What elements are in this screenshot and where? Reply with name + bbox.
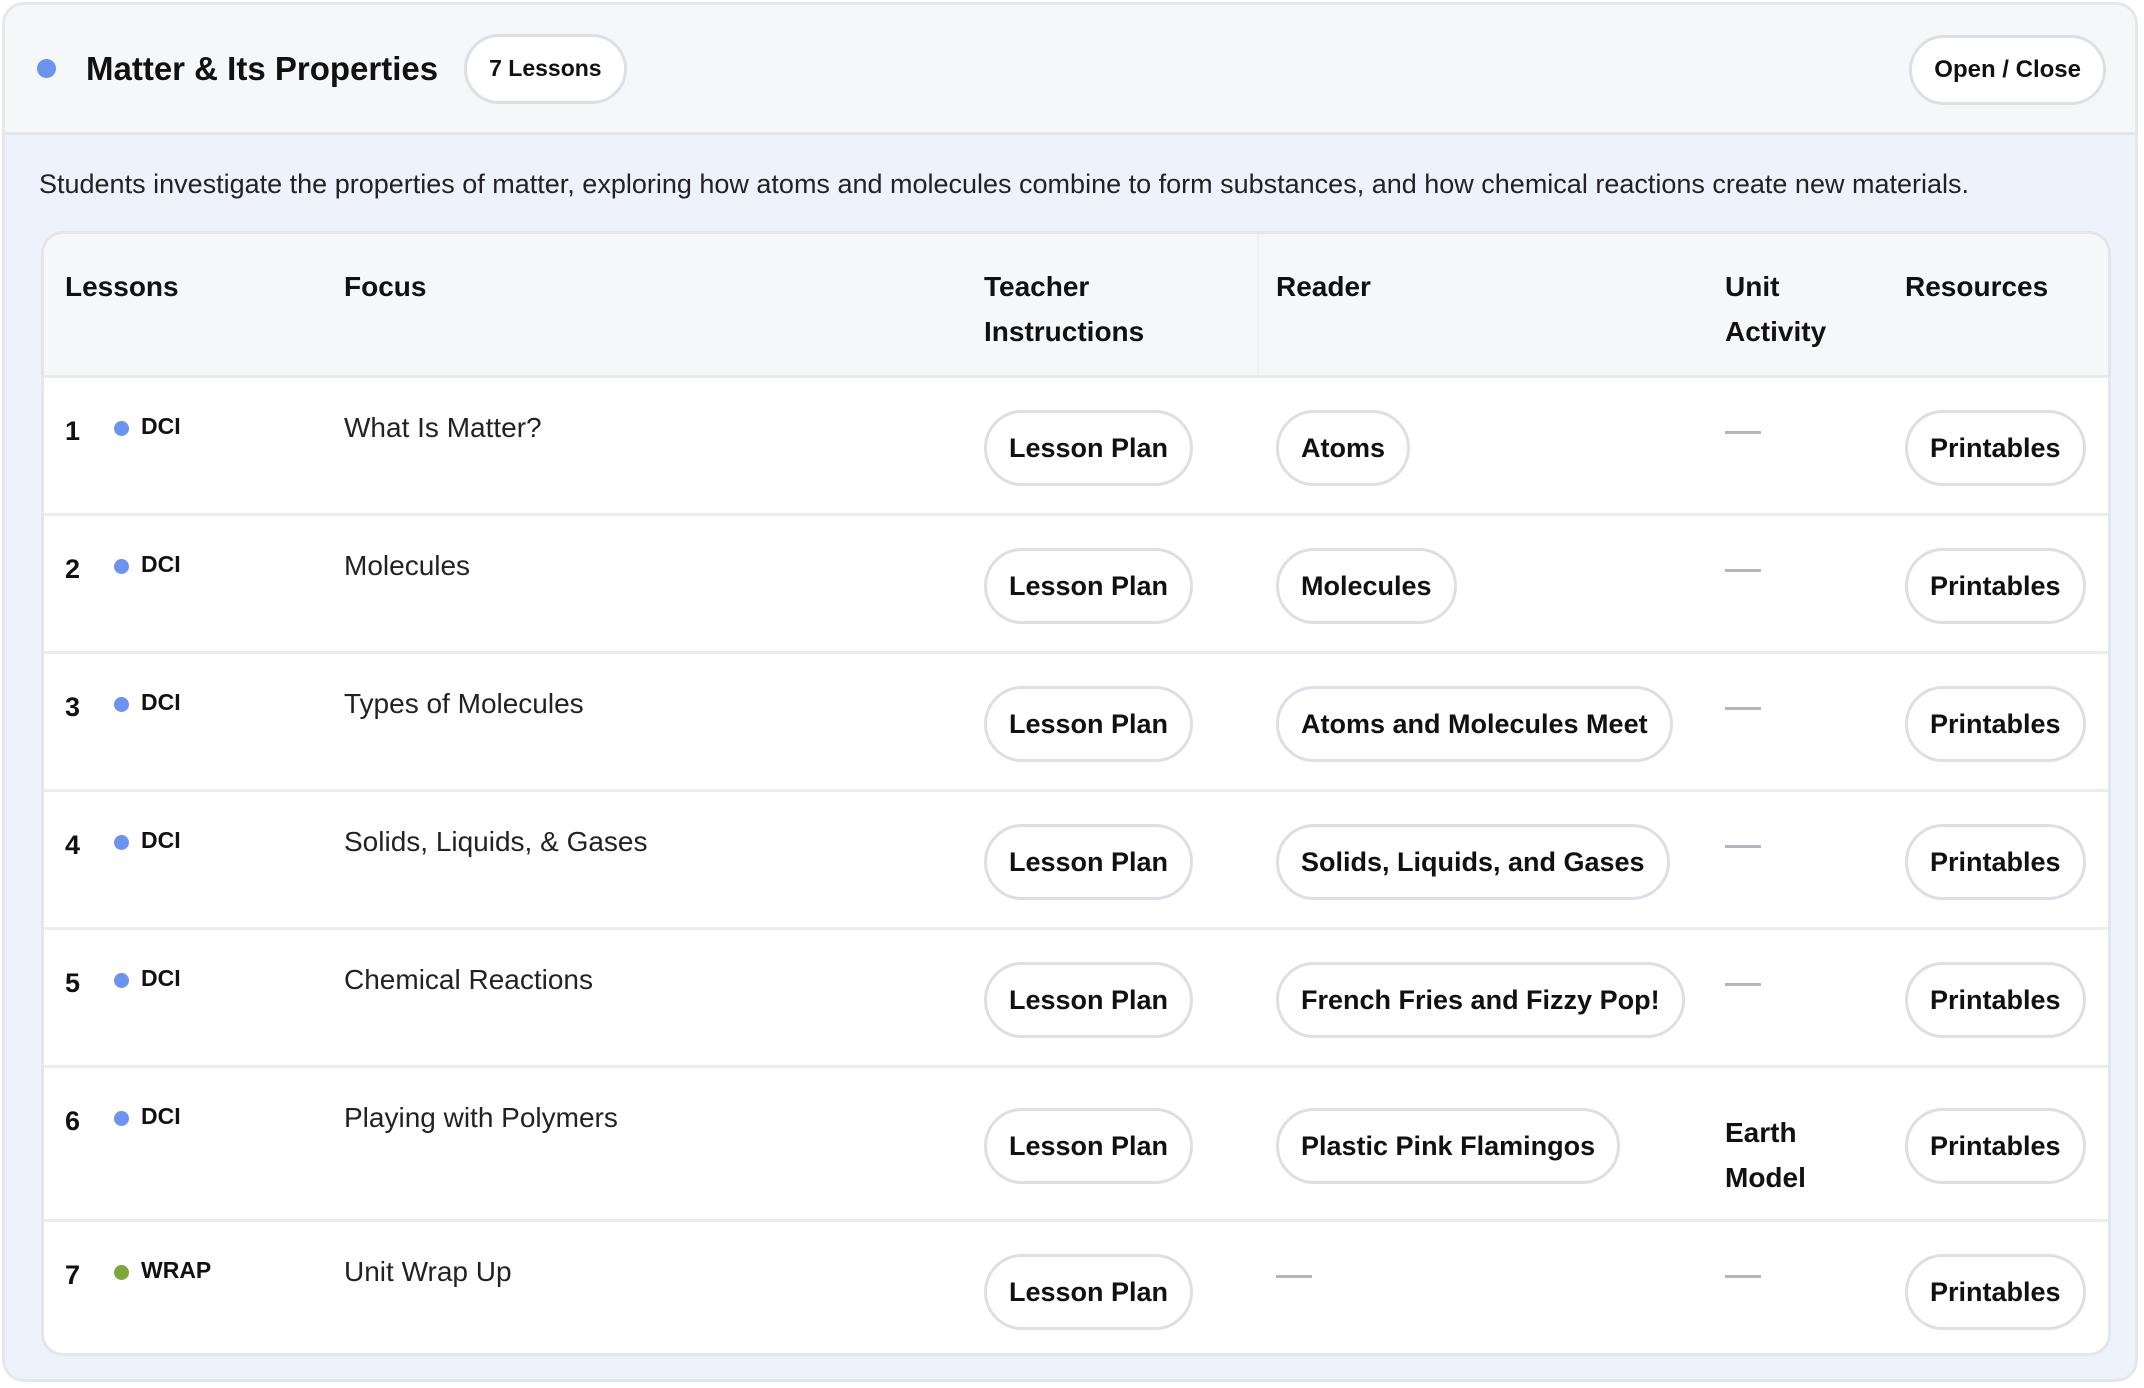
column-header-teacher-instructions: Teacher Instructions <box>984 264 1144 354</box>
lesson-plan-button[interactable]: Lesson Plan <box>984 1254 1194 1330</box>
table-header: Lessons Focus Teacher Instructions Reade… <box>44 234 2108 378</box>
reader-button[interactable]: Atoms <box>1276 410 1411 486</box>
column-header-unit-line1: Unit <box>1725 271 1780 302</box>
table-row: 4 DCI Solids, Liquids, & Gases Lesson Pl… <box>44 792 2108 930</box>
lesson-focus: Playing with Polymers <box>344 1102 618 1133</box>
reader-empty-dash <box>1276 1275 1312 1278</box>
lesson-number: 5 <box>65 968 81 998</box>
lesson-type-dot-icon <box>114 697 129 712</box>
lesson-focus: What Is Matter? <box>344 412 542 443</box>
unit-activity-empty-dash <box>1725 845 1761 848</box>
column-header-lessons: Lessons <box>65 271 179 302</box>
lesson-type-label: WRAP <box>141 1257 212 1283</box>
reader-button[interactable]: Molecules <box>1276 548 1457 624</box>
column-header-unit-activity: Unit Activity <box>1725 264 1826 354</box>
lesson-type-label: DCI <box>141 965 181 991</box>
lesson-number: 4 <box>65 830 81 860</box>
lesson-focus: Types of Molecules <box>344 688 584 719</box>
unit-title: Matter & Its Properties <box>86 49 439 87</box>
reader-button[interactable]: French Fries and Fizzy Pop! <box>1276 962 1685 1038</box>
lesson-type-dot-icon <box>114 835 129 850</box>
lesson-count-badge: 7 Lessons <box>464 33 627 104</box>
lesson-plan-button[interactable]: Lesson Plan <box>984 824 1194 900</box>
lesson-number: 6 <box>65 1106 81 1136</box>
lesson-type-dot-icon <box>114 973 129 988</box>
column-header-focus: Focus <box>344 271 427 302</box>
printables-button[interactable]: Printables <box>1905 1108 2086 1184</box>
printables-button[interactable]: Printables <box>1905 824 2086 900</box>
unit-activity-empty-dash <box>1725 983 1761 986</box>
lesson-type-label: DCI <box>141 551 181 577</box>
lesson-type-label: DCI <box>141 1103 181 1129</box>
table-row: 2 DCI Molecules Lesson Plan Molecules Pr… <box>44 516 2108 654</box>
lesson-plan-button[interactable]: Lesson Plan <box>984 548 1194 624</box>
table-row: 1 DCI What Is Matter? Lesson Plan Atoms … <box>44 378 2108 516</box>
unit-activity-empty-dash <box>1725 569 1761 572</box>
lesson-type-label: DCI <box>141 827 181 853</box>
table-row: 5 DCI Chemical Reactions Lesson Plan Fre… <box>44 930 2108 1068</box>
unit-activity-line2: Model <box>1725 1162 1806 1193</box>
printables-button[interactable]: Printables <box>1905 410 2086 486</box>
printables-button[interactable]: Printables <box>1905 686 2086 762</box>
open-close-button[interactable]: Open / Close <box>1909 35 2106 105</box>
unit-activity-empty-dash <box>1725 431 1761 434</box>
unit-description: Students investigate the properties of m… <box>39 169 1969 199</box>
printables-button[interactable]: Printables <box>1905 548 2086 624</box>
lesson-focus: Solids, Liquids, & Gases <box>344 826 648 857</box>
lesson-focus: Molecules <box>344 550 471 581</box>
column-header-teacher-line1: Teacher <box>984 271 1090 302</box>
unit-header: Matter & Its Properties 7 Lessons Open /… <box>5 5 2135 135</box>
table-body: 1 DCI What Is Matter? Lesson Plan Atoms … <box>44 378 2108 1353</box>
lesson-type-label: DCI <box>141 689 181 715</box>
lesson-type-label: DCI <box>141 413 181 439</box>
lesson-plan-button[interactable]: Lesson Plan <box>984 1108 1194 1184</box>
lesson-focus: Unit Wrap Up <box>344 1256 512 1287</box>
lesson-plan-button[interactable]: Lesson Plan <box>984 686 1194 762</box>
lesson-plan-button[interactable]: Lesson Plan <box>984 962 1194 1038</box>
reader-button[interactable]: Solids, Liquids, and Gases <box>1276 824 1670 900</box>
lesson-type-dot-icon <box>114 1111 129 1126</box>
unit-activity-line1: Earth <box>1725 1117 1797 1148</box>
table-row: 6 DCI Playing with Polymers Lesson Plan … <box>44 1068 2108 1222</box>
column-header-reader: Reader <box>1276 271 1371 302</box>
reader-button[interactable]: Plastic Pink Flamingos <box>1276 1108 1621 1184</box>
column-header-resources: Resources <box>1905 271 2049 302</box>
unit-activity-empty-dash <box>1725 1275 1761 1278</box>
unit-activity-text: Earth Model <box>1725 1110 1806 1200</box>
column-header-unit-line2: Activity <box>1725 316 1827 347</box>
lesson-type-dot-icon <box>114 559 129 574</box>
lesson-focus: Chemical Reactions <box>344 964 593 995</box>
lesson-plan-button[interactable]: Lesson Plan <box>984 410 1194 486</box>
lesson-type-dot-icon <box>114 1265 129 1280</box>
lesson-number: 7 <box>65 1260 81 1290</box>
lesson-number: 3 <box>65 692 81 722</box>
lesson-number: 1 <box>65 416 81 446</box>
table-row: 3 DCI Types of Molecules Lesson Plan Ato… <box>44 654 2108 792</box>
unit-card: Matter & Its Properties 7 Lessons Open /… <box>2 2 2138 1382</box>
column-header-teacher-line2: Instructions <box>984 316 1145 347</box>
lessons-table: Lessons Focus Teacher Instructions Reade… <box>41 231 2111 1356</box>
printables-button[interactable]: Printables <box>1905 1254 2086 1330</box>
printables-button[interactable]: Printables <box>1905 962 2086 1038</box>
lesson-number: 2 <box>65 554 81 584</box>
lesson-type-dot-icon <box>114 421 129 436</box>
table-row: 7 WRAP Unit Wrap Up Lesson Plan Printabl… <box>44 1222 2108 1353</box>
reader-button[interactable]: Atoms and Molecules Meet <box>1276 686 1673 762</box>
status-dot-icon <box>37 59 56 78</box>
unit-activity-empty-dash <box>1725 707 1761 710</box>
header-divider <box>1257 234 1259 375</box>
